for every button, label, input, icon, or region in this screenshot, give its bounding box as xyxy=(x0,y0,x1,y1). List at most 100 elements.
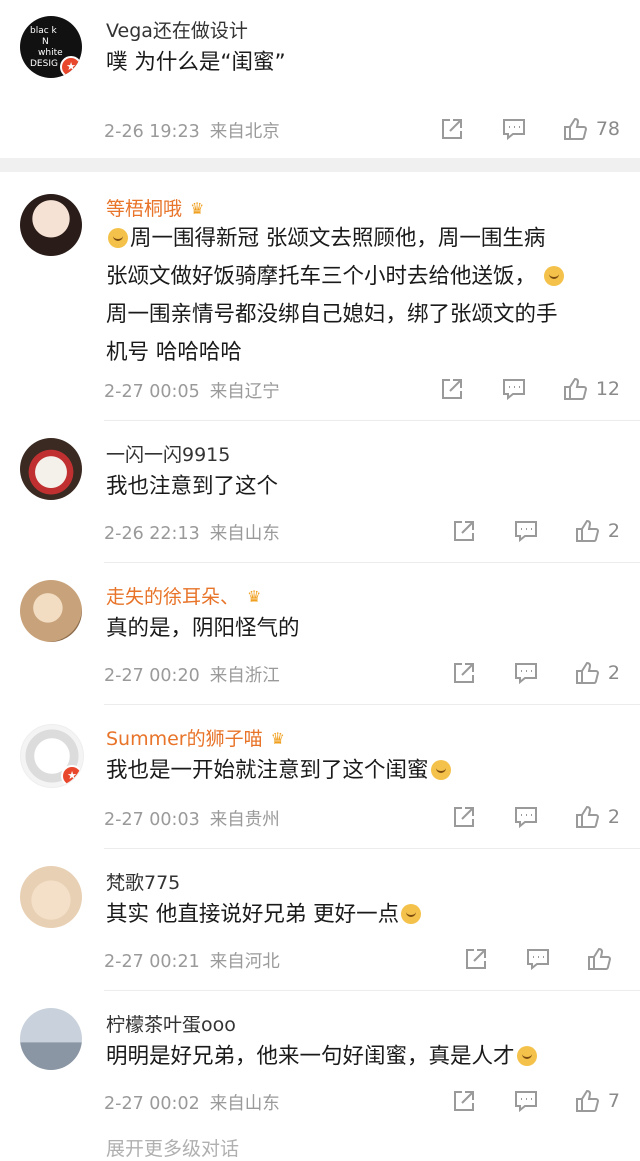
avatar[interactable] xyxy=(20,438,82,500)
like-button[interactable]: 12 xyxy=(562,376,620,402)
comment-location: 来自山东 xyxy=(209,524,280,544)
thumbs-up-icon xyxy=(575,661,599,684)
comment-meta: 2-27 00:21 来自河北 xyxy=(104,948,280,973)
comment-line: 我也是一开始就注意到了这个闺蜜 xyxy=(106,758,429,783)
comment-location: 来自山东 xyxy=(209,1094,280,1114)
comment-date: 2-27 00:03 xyxy=(104,810,200,830)
avatar[interactable] xyxy=(20,194,82,256)
comment-icon[interactable] xyxy=(500,375,528,403)
comment-icon[interactable] xyxy=(524,945,552,973)
username-text: Summer的狮子喵 xyxy=(106,728,263,750)
comment-icon[interactable] xyxy=(512,517,540,545)
avatar[interactable]: blac k N white DESIG ★ xyxy=(20,16,82,78)
comment-text: 噗 为什么是“闺蜜” xyxy=(106,50,286,75)
comment-location: 来自贵州 xyxy=(209,810,280,830)
comment-line: 周一围得新冠 张颂文去照顾他，周一围生病 xyxy=(130,226,546,251)
doge-emoji-icon xyxy=(108,228,128,248)
thumbs-up-icon xyxy=(563,117,587,140)
divider xyxy=(104,704,640,705)
divider xyxy=(104,420,640,421)
comment-icon[interactable] xyxy=(512,1087,540,1115)
share-icon[interactable] xyxy=(450,1087,478,1115)
share-icon[interactable] xyxy=(438,375,466,403)
comment-icon[interactable] xyxy=(512,659,540,687)
verified-badge-icon: ★ xyxy=(61,765,83,787)
comment-location: 来自浙江 xyxy=(209,666,280,686)
expand-more-replies-link[interactable]: 展开更多级对话 xyxy=(106,1134,239,1161)
laugh-cry-emoji-icon xyxy=(430,760,451,780)
username[interactable]: 等梧桐哦 ♛ xyxy=(106,194,204,221)
username[interactable]: 梵歌775 xyxy=(106,868,180,895)
comment-actions xyxy=(428,945,620,973)
comment-actions: 7 xyxy=(416,1087,620,1115)
like-count: 2 xyxy=(607,806,620,828)
username[interactable]: Summer的狮子喵 ♛ xyxy=(106,724,285,751)
comment-meta: 2-26 19:23 来自北京 xyxy=(104,118,280,143)
share-icon[interactable] xyxy=(450,803,478,831)
comment-text: 明明是好兄弟，他来一句好闺蜜，真是人才 xyxy=(106,1038,621,1076)
share-icon[interactable] xyxy=(462,945,490,973)
comment-icon[interactable] xyxy=(512,803,540,831)
section-divider xyxy=(0,158,640,172)
doge-emoji-icon xyxy=(401,904,422,924)
laugh-cry-emoji-icon xyxy=(516,1046,537,1066)
divider xyxy=(104,848,640,849)
like-button[interactable]: 2 xyxy=(574,518,620,544)
avatar-logo-text: DESIG xyxy=(30,59,58,69)
username[interactable]: Vega还在做设计 xyxy=(106,16,248,43)
like-button[interactable]: 7 xyxy=(574,1088,620,1114)
comment-meta: 2-27 00:05 来自辽宁 xyxy=(104,378,280,403)
comment-meta: 2-27 00:20 来自浙江 xyxy=(104,662,280,687)
comment-actions: 78 xyxy=(404,115,620,143)
comment-date: 2-26 22:13 xyxy=(104,524,200,544)
crown-icon: ♛ xyxy=(270,729,285,748)
like-count: 7 xyxy=(607,1090,620,1112)
like-button[interactable]: 2 xyxy=(574,804,620,830)
divider xyxy=(104,990,640,991)
comment-meta: 2-27 00:03 来自贵州 xyxy=(104,806,280,831)
comment-icon[interactable] xyxy=(500,115,528,143)
avatar[interactable] xyxy=(20,1008,82,1070)
avatar[interactable]: ★ xyxy=(20,724,84,788)
comment-date: 2-27 00:02 xyxy=(104,1094,200,1114)
share-icon[interactable] xyxy=(450,517,478,545)
comment-line: 周一围亲情号都没绑自己媳妇，绑了张颂文的手 xyxy=(106,302,558,327)
comment-line: 明明是好兄弟，他来一句好闺蜜，真是人才 xyxy=(106,1044,515,1069)
share-icon[interactable] xyxy=(450,659,478,687)
like-count: 2 xyxy=(607,662,620,684)
username[interactable]: 柠檬茶叶蛋ooo xyxy=(106,1010,236,1037)
comment-location: 来自河北 xyxy=(209,952,280,972)
doge-emoji-icon xyxy=(544,266,565,286)
like-button[interactable]: 2 xyxy=(574,660,620,686)
avatar-logo-text: blac k xyxy=(30,26,57,36)
comment-text: 我也是一开始就注意到了这个闺蜜 xyxy=(106,752,621,790)
comment-text: 我也注意到了这个 xyxy=(106,474,279,499)
comment-meta: 2-27 00:02 来自山东 xyxy=(104,1090,280,1115)
comment-date: 2-27 00:21 xyxy=(104,952,200,972)
divider xyxy=(104,562,640,563)
username[interactable]: 一闪一闪9915 xyxy=(106,440,230,467)
comment-location: 来自辽宁 xyxy=(209,382,280,402)
verified-badge-icon: ★ xyxy=(60,56,82,78)
comment-meta: 2-26 22:13 来自山东 xyxy=(104,520,280,545)
username-text: 等梧桐哦 xyxy=(106,198,183,220)
comment-line: 机号 哈哈哈哈 xyxy=(106,340,242,365)
avatar-logo-text: N xyxy=(42,37,49,47)
comment-date: 2-27 00:20 xyxy=(104,666,200,686)
comment-line: 其实 他直接说好兄弟 更好一点 xyxy=(106,902,400,927)
thumbs-up-icon xyxy=(575,805,599,828)
comment-date: 2-27 00:05 xyxy=(104,382,200,402)
comment-date: 2-26 19:23 xyxy=(104,122,200,142)
crown-icon: ♛ xyxy=(247,587,262,606)
comment-text: 真的是，阴阳怪气的 xyxy=(106,616,300,641)
comment-line: 张颂文做好饭骑摩托车三个小时去给他送饭， xyxy=(106,264,537,289)
like-count: 2 xyxy=(607,520,620,542)
comment-actions: 2 xyxy=(416,659,620,687)
share-icon[interactable] xyxy=(438,115,466,143)
username[interactable]: 走失的徐耳朵、 ♛ xyxy=(106,582,261,609)
avatar[interactable] xyxy=(20,866,82,928)
like-button[interactable] xyxy=(586,946,620,972)
comment-actions: 2 xyxy=(416,803,620,831)
like-button[interactable]: 78 xyxy=(562,116,620,142)
avatar[interactable] xyxy=(20,580,82,642)
